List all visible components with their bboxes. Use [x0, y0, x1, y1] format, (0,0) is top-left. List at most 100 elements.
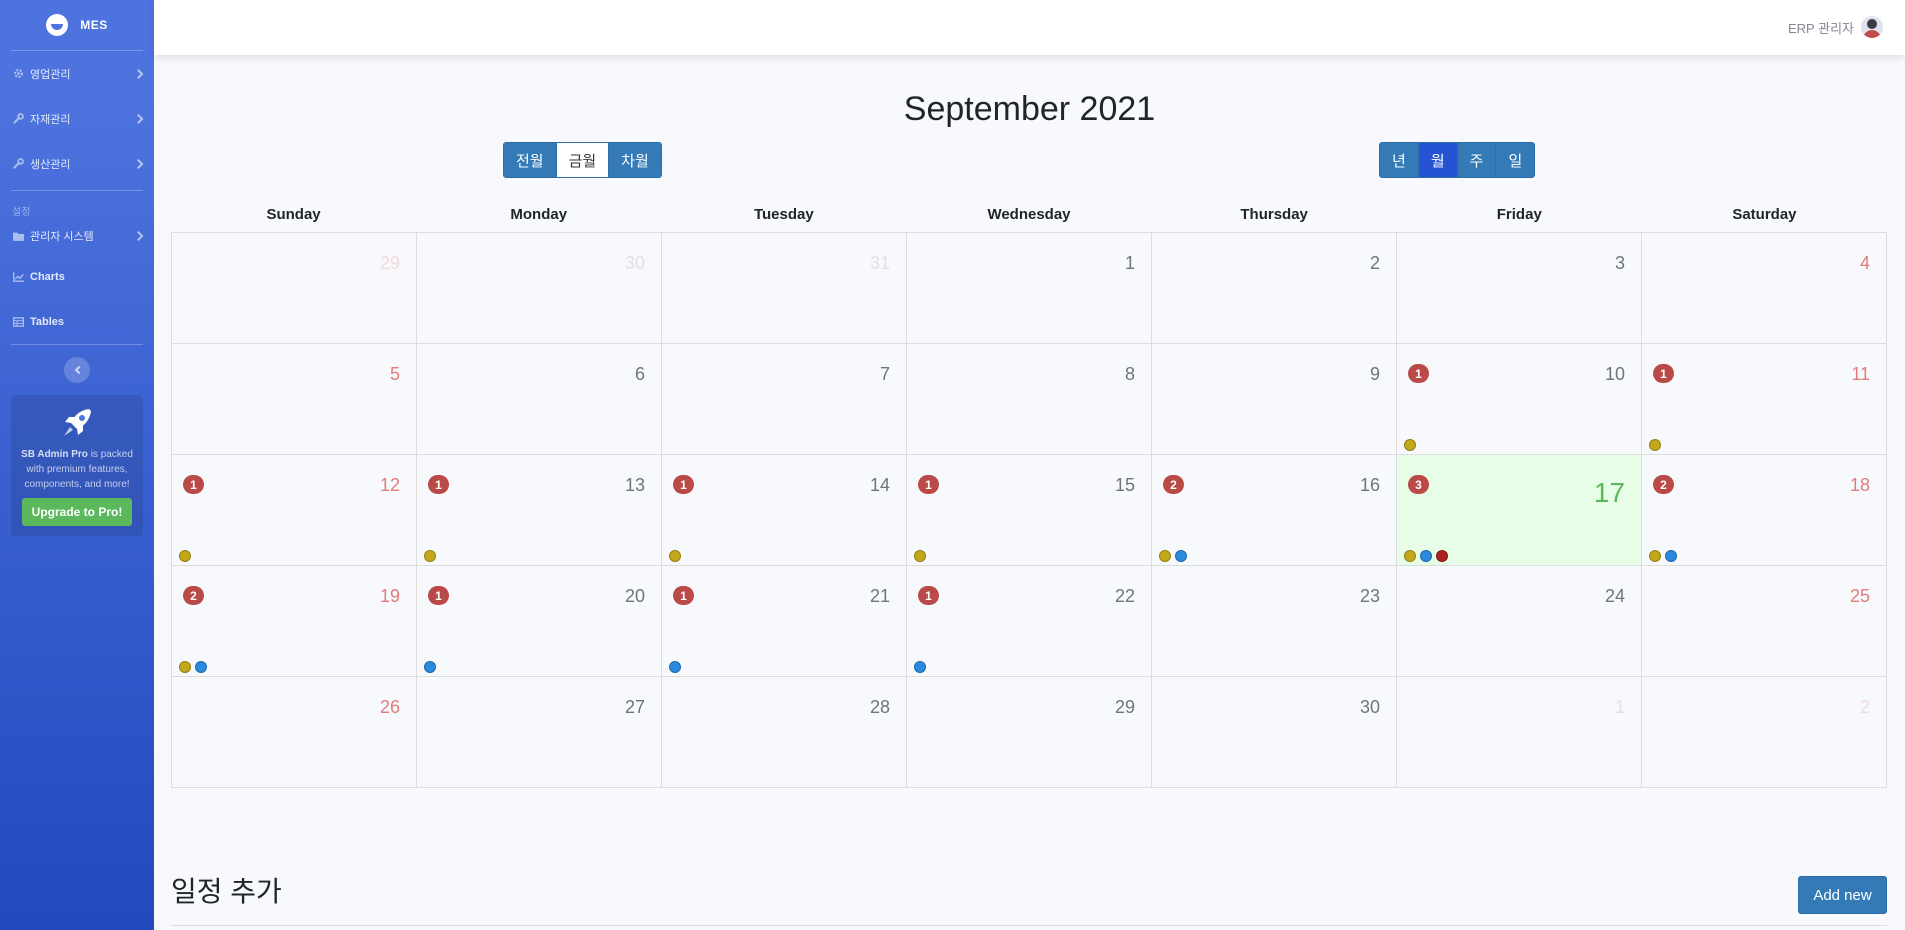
- calendar-day[interactable]: 5: [172, 344, 417, 455]
- sidebar-toggle-button[interactable]: [64, 357, 90, 383]
- event-dots: [1404, 439, 1416, 451]
- view-month-button[interactable]: 월: [1418, 143, 1458, 177]
- weekday-label: Saturday: [1732, 206, 1797, 223]
- event-dot-warning[interactable]: [1159, 550, 1171, 562]
- event-dot-warning[interactable]: [179, 550, 191, 562]
- event-dot-warning[interactable]: [179, 661, 191, 673]
- calendar-day[interactable]: 27: [417, 677, 662, 788]
- calendar-day[interactable]: 31: [662, 233, 907, 344]
- calendar-day[interactable]: 18 2: [1642, 455, 1887, 566]
- calendar-day[interactable]: 29: [907, 677, 1152, 788]
- day-number: 11: [1851, 364, 1870, 384]
- calendar-day[interactable]: 1: [1397, 677, 1642, 788]
- schedule-title: 일정 추가: [171, 876, 282, 907]
- calendar-day[interactable]: 8: [907, 344, 1152, 455]
- event-count-badge[interactable]: 2: [1163, 475, 1184, 494]
- calendar-day[interactable]: 21 1: [662, 566, 907, 677]
- next-month-button[interactable]: 차월: [609, 143, 661, 177]
- event-dot-info[interactable]: [669, 661, 681, 673]
- calendar-day[interactable]: 4: [1642, 233, 1887, 344]
- calendar-day[interactable]: 30: [417, 233, 662, 344]
- view-day-button[interactable]: 일: [1496, 143, 1535, 177]
- calendar-day[interactable]: 25: [1642, 566, 1887, 677]
- event-dot-warning[interactable]: [1649, 550, 1661, 562]
- schedule-table: [171, 925, 1887, 930]
- event-count-badge[interactable]: 2: [183, 586, 204, 605]
- calendar-day[interactable]: 10 1: [1397, 344, 1642, 455]
- event-count-badge[interactable]: 1: [673, 586, 694, 605]
- event-dot-important[interactable]: [1436, 550, 1448, 562]
- event-count-badge[interactable]: 1: [183, 475, 204, 494]
- event-count-badge[interactable]: 1: [1653, 364, 1674, 383]
- add-new-button[interactable]: Add new: [1798, 876, 1887, 914]
- calendar-day[interactable]: 7: [662, 344, 907, 455]
- calendar: Sunday Monday Tuesday Wednesday Thursday Frid…: [171, 205, 1887, 788]
- event-dot-warning[interactable]: [1404, 550, 1416, 562]
- current-month-button[interactable]: 금월: [556, 143, 610, 177]
- event-count-badge[interactable]: 1: [428, 475, 449, 494]
- sidebar-item-sales[interactable]: 영업관리: [0, 51, 154, 96]
- day-number: 29: [1114, 697, 1135, 717]
- user-dropdown[interactable]: ERP 관리자: [1788, 16, 1883, 38]
- calendar-day[interactable]: 19 2: [172, 566, 417, 677]
- event-count-badge[interactable]: 1: [918, 586, 939, 605]
- event-dot-info[interactable]: [1175, 550, 1187, 562]
- event-dot-info[interactable]: [1420, 550, 1432, 562]
- event-dot-info[interactable]: [424, 661, 436, 673]
- event-dot-info[interactable]: [195, 661, 207, 673]
- event-dot-warning[interactable]: [1649, 439, 1661, 451]
- event-count-badge[interactable]: 1: [428, 586, 449, 605]
- calendar-day[interactable]: 12 1: [172, 455, 417, 566]
- calendar-day[interactable]: 6: [417, 344, 662, 455]
- view-year-button[interactable]: 년: [1380, 143, 1419, 177]
- calendar-day[interactable]: 22 1: [907, 566, 1152, 677]
- event-count-badge[interactable]: 1: [1408, 364, 1429, 383]
- calendar-day[interactable]: 24: [1397, 566, 1642, 677]
- calendar-day[interactable]: 16 2: [1152, 455, 1397, 566]
- calendar-day[interactable]: 26: [172, 677, 417, 788]
- day-number: 25: [1849, 586, 1870, 606]
- calendar-day[interactable]: 1: [907, 233, 1152, 344]
- sidebar-item-admin-system[interactable]: 관리자 시스템: [0, 218, 154, 254]
- promo-brand: SB Admin Pro: [21, 449, 88, 460]
- upgrade-button[interactable]: Upgrade to Pro!: [21, 498, 133, 526]
- event-dot-warning[interactable]: [914, 550, 926, 562]
- calendar-day[interactable]: 11 1: [1642, 344, 1887, 455]
- avatar: [1861, 16, 1883, 38]
- calendar-day[interactable]: 9: [1152, 344, 1397, 455]
- calendar-day[interactable]: 3: [1397, 233, 1642, 344]
- event-dot-info[interactable]: [914, 661, 926, 673]
- chevron-right-icon: [133, 231, 144, 241]
- day-number: 27: [624, 697, 645, 717]
- event-dots: [424, 550, 436, 562]
- view-week-button[interactable]: 주: [1457, 143, 1497, 177]
- calendar-day[interactable]: 28: [662, 677, 907, 788]
- day-number: 7: [879, 364, 890, 384]
- calendar-day[interactable]: 15 1: [907, 455, 1152, 566]
- calendar-day[interactable]: 20 1: [417, 566, 662, 677]
- calendar-day[interactable]: 14 1: [662, 455, 907, 566]
- calendar-day[interactable]: 2: [1642, 677, 1887, 788]
- event-dot-warning[interactable]: [424, 550, 436, 562]
- event-count-badge[interactable]: 2: [1653, 475, 1674, 494]
- calendar-day[interactable]: 29: [172, 233, 417, 344]
- event-count-badge[interactable]: 1: [918, 475, 939, 494]
- event-count-badge[interactable]: 3: [1408, 475, 1429, 494]
- calendar-day[interactable]: 23: [1152, 566, 1397, 677]
- event-count-badge[interactable]: 1: [673, 475, 694, 494]
- sidebar-item-label: 자재관리: [30, 113, 71, 126]
- sidebar-item-production[interactable]: 생산관리: [0, 141, 154, 186]
- event-dot-warning[interactable]: [669, 550, 681, 562]
- sidebar-item-charts[interactable]: Charts: [0, 254, 154, 299]
- calendar-day[interactable]: 2: [1152, 233, 1397, 344]
- sidebar-item-materials[interactable]: 자재관리: [0, 96, 154, 141]
- calendar-day[interactable]: 30: [1152, 677, 1397, 788]
- calendar-day[interactable]: 13 1: [417, 455, 662, 566]
- brand-link[interactable]: MES: [0, 0, 154, 50]
- calendar-day-today[interactable]: 17 3: [1397, 455, 1642, 566]
- event-dots: [424, 661, 436, 673]
- event-dot-info[interactable]: [1665, 550, 1677, 562]
- previous-month-button[interactable]: 전월: [504, 143, 557, 177]
- event-dot-warning[interactable]: [1404, 439, 1416, 451]
- sidebar-item-tables[interactable]: Tables: [0, 299, 154, 344]
